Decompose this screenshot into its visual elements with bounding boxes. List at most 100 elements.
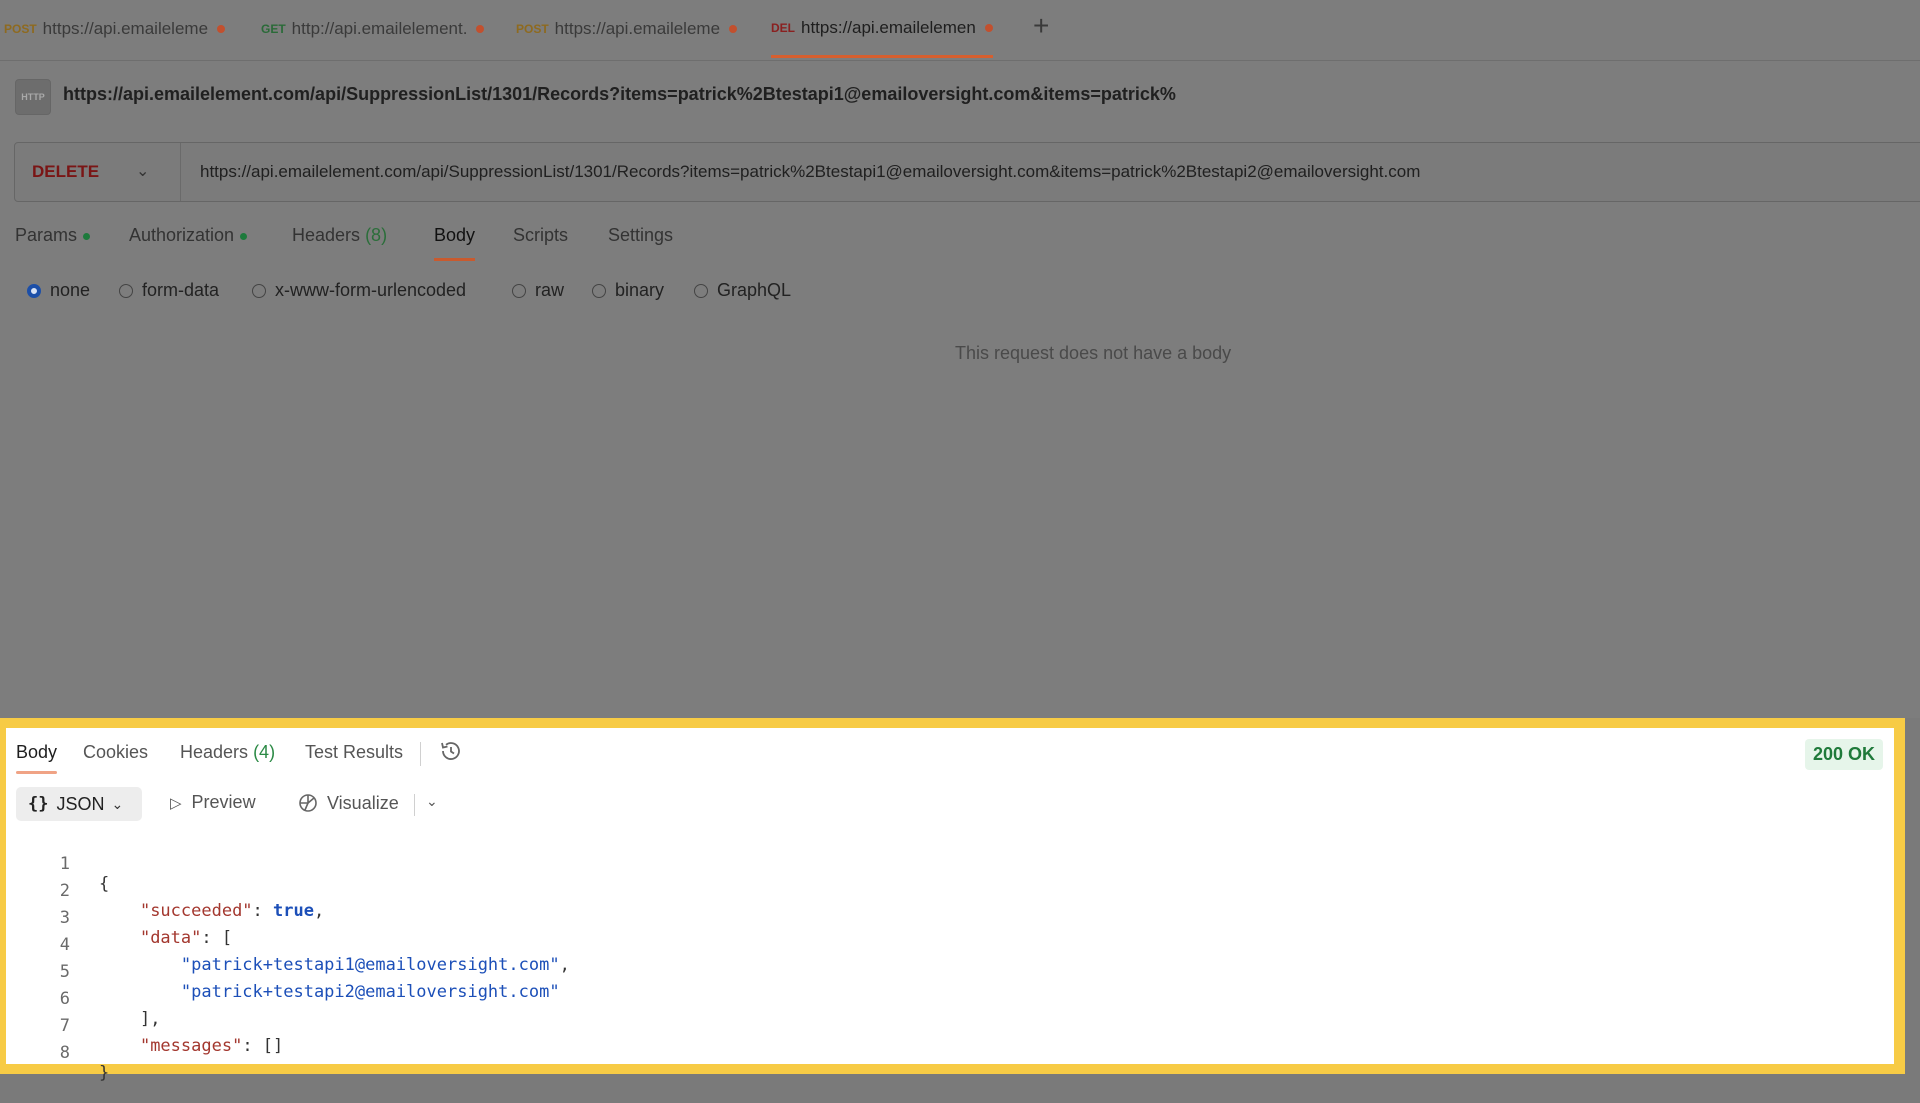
code-line: 6 ], [6, 969, 161, 1029]
radio-checked-icon [27, 283, 41, 298]
format-label: JSON [56, 793, 105, 814]
radio-label: x-www-form-urlencoded [275, 280, 467, 300]
visualize-icon [299, 794, 317, 812]
radio-label: GraphQL [717, 280, 792, 300]
json-bracket: [ [221, 928, 233, 948]
tab-settings[interactable]: Settings [608, 225, 673, 246]
json-string: "patrick+testapi2@emailoversight.com" [180, 982, 560, 1002]
response-tab-cookies[interactable]: Cookies [83, 742, 148, 763]
radio-label: raw [535, 280, 565, 300]
radio-urlencoded[interactable]: x-www-form-urlencoded [252, 280, 466, 301]
status-dot-icon [83, 232, 91, 240]
status-dot-icon [240, 232, 248, 240]
tab-params[interactable]: Params [15, 225, 91, 246]
code-line: 7 "messages": [] [6, 996, 284, 1056]
method-label: DELETE [32, 162, 100, 181]
tab-label: Authorization [129, 225, 235, 245]
radio-unchecked-icon [119, 283, 133, 298]
tab-url: https://api.emaileleme [42, 19, 209, 38]
json-string: "patrick+testapi1@emailoversight.com" [180, 955, 560, 975]
json-key: "messages" [139, 1036, 243, 1056]
tab-body[interactable]: Body [434, 225, 476, 261]
request-tab-bar: POST https://api.emaileleme GET http://a… [0, 0, 1920, 61]
radio-unchecked-icon [592, 283, 606, 298]
request-tab[interactable]: GET http://api.emailelement. [261, 0, 485, 58]
tab-label: Scripts [513, 225, 569, 245]
radio-binary[interactable]: binary [592, 280, 664, 301]
json-brace: } [99, 1063, 110, 1083]
radio-graphql[interactable]: GraphQL [694, 280, 791, 301]
tab-method: POST [516, 22, 549, 36]
tab-scripts[interactable]: Scripts [513, 225, 568, 246]
request-tab[interactable]: POST https://api.emaileleme [516, 0, 738, 58]
tab-label: Settings [608, 225, 674, 245]
visualize-button[interactable]: Visualize [297, 792, 399, 814]
code-line: 8 } [6, 1023, 110, 1083]
response-tab-body[interactable]: Body [16, 742, 58, 774]
url-bar: DELETE ⌄ https://api.emailelement.com/ap… [14, 142, 1920, 202]
chevron-down-icon: ⌄ [136, 163, 150, 180]
tab-authorization[interactable]: Authorization [129, 225, 248, 246]
tab-url: https://api.emailelemen [801, 17, 976, 37]
code-line: 5 "patrick+testapi2@emailoversight.com" [6, 942, 560, 1002]
history-icon[interactable] [438, 738, 464, 764]
radio-form-data[interactable]: form-data [119, 280, 219, 301]
response-tab-headers[interactable]: Headers (4) [180, 742, 275, 763]
format-dropdown[interactable]: {} JSON ⌄ [16, 787, 142, 821]
play-icon: ▷ [170, 794, 182, 812]
headers-count: (8) [365, 225, 388, 245]
json-brace: { [99, 874, 110, 894]
unsaved-dot-icon [217, 25, 226, 33]
chevron-down-icon[interactable]: ⌄ [426, 793, 438, 810]
no-body-message: This request does not have a body [955, 343, 1232, 363]
http-request-icon: HTTP [15, 79, 51, 115]
json-bracket: ], [139, 1009, 161, 1029]
tab-headers[interactable]: Headers (8) [292, 225, 387, 246]
code-line: 2 "succeeded": true, [6, 861, 324, 921]
tab-label: Headers [180, 742, 249, 762]
unsaved-dot-icon [984, 23, 993, 32]
radio-label: binary [615, 280, 665, 300]
request-tab-active[interactable]: DEL https://api.emailelemen [771, 0, 993, 58]
radio-none[interactable]: none [27, 280, 90, 301]
visualize-label: Visualize [327, 792, 399, 813]
code-line: 4 "patrick+testapi1@emailoversight.com", [6, 915, 570, 975]
divider [420, 742, 421, 766]
tab-url: https://api.emaileleme [554, 19, 721, 38]
status-badge: 200 OK [1805, 739, 1884, 770]
preview-button[interactable]: ▷ Preview [170, 792, 256, 813]
tab-label: Params [15, 225, 78, 245]
tab-method: DEL [771, 20, 795, 35]
tab-method: GET [261, 22, 286, 36]
response-tab-test-results[interactable]: Test Results [305, 742, 403, 763]
response-panel: Body Cookies Headers (4) Test Results 20… [6, 728, 1894, 1083]
tab-label: Cookies [83, 742, 149, 762]
tab-label: Body [434, 225, 476, 245]
tab-label: Body [16, 742, 58, 762]
json-value: [] [262, 1036, 284, 1056]
add-tab-icon[interactable]: + [1033, 12, 1049, 40]
chevron-down-icon: ⌄ [111, 795, 124, 812]
url-input[interactable]: https://api.emailelement.com/api/Suppres… [200, 143, 1420, 201]
radio-raw[interactable]: raw [512, 280, 564, 301]
radio-unchecked-icon [512, 283, 526, 298]
line-number: 8 [59, 1043, 70, 1063]
method-dropdown[interactable]: DELETE ⌄ [15, 143, 181, 201]
headers-count: (4) [253, 742, 276, 762]
preview-label: Preview [191, 792, 256, 812]
unsaved-dot-icon [476, 25, 485, 33]
radio-label: form-data [142, 280, 220, 300]
tab-url: http://api.emailelement. [291, 19, 468, 38]
radio-unchecked-icon [252, 283, 266, 298]
json-key: "data" [139, 928, 202, 948]
json-value: true [273, 901, 314, 921]
request-title[interactable]: https://api.emailelement.com/api/Suppres… [63, 84, 1176, 105]
json-key: "succeeded" [139, 901, 253, 921]
radio-label: none [50, 280, 91, 300]
tab-method: POST [4, 22, 37, 36]
unsaved-dot-icon [729, 25, 738, 33]
code-line: 1 { [6, 834, 110, 894]
request-tab[interactable]: POST https://api.emaileleme [4, 0, 226, 58]
json-braces-icon: {} [28, 794, 49, 814]
divider [414, 794, 415, 816]
